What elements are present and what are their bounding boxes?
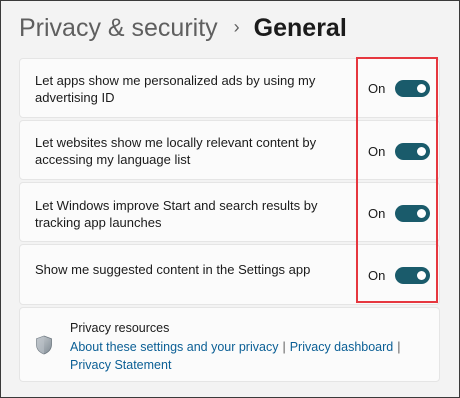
privacy-resources-links: About these settings and your privacy | Pr…	[70, 338, 430, 374]
breadcrumb: Privacy & security › General	[19, 12, 347, 46]
setting-label: Let Windows improve Start and search res…	[35, 198, 318, 230]
toggle-knob	[417, 271, 426, 280]
page-title: General	[253, 14, 347, 42]
toggle-state-label: On	[368, 268, 386, 283]
setting-label: Show me suggested content in the Setting…	[35, 262, 311, 277]
breadcrumb-separator-icon: ›	[233, 17, 240, 37]
setting-card-language-list: Let websites show me locally relevant co…	[19, 120, 440, 180]
breadcrumb-parent[interactable]: Privacy & security	[19, 14, 218, 42]
privacy-resources-card: Privacy resources About these settings a…	[19, 307, 440, 382]
privacy-resources-title: Privacy resources	[70, 321, 170, 335]
setting-card-suggested-content: Show me suggested content in the Setting…	[19, 244, 440, 305]
personalized-ads-toggle[interactable]	[395, 80, 430, 97]
toggle-knob	[417, 147, 426, 156]
app-launches-toggle[interactable]	[395, 205, 430, 222]
shield-icon	[36, 335, 52, 355]
setting-card-app-launches: Let Windows improve Start and search res…	[19, 182, 440, 242]
toggle-state-label: On	[368, 206, 386, 221]
toggle-state-label: On	[368, 81, 386, 96]
language-list-toggle[interactable]	[395, 143, 430, 160]
toggle-state-label: On	[368, 144, 386, 159]
setting-label: Let websites show me locally relevant co…	[35, 135, 317, 167]
privacy-statement-link[interactable]: Privacy Statement	[70, 358, 171, 372]
toggle-knob	[417, 84, 426, 93]
link-separator: |	[282, 340, 286, 354]
suggested-content-toggle[interactable]	[395, 267, 430, 284]
setting-card-personalized-ads: Let apps show me personalized ads by usi…	[19, 58, 440, 118]
toggle-knob	[417, 209, 426, 218]
setting-label: Let apps show me personalized ads by usi…	[35, 73, 316, 105]
link-separator: |	[397, 340, 401, 354]
about-privacy-link[interactable]: About these settings and your privacy	[70, 340, 278, 354]
privacy-dashboard-link[interactable]: Privacy dashboard	[290, 340, 394, 354]
